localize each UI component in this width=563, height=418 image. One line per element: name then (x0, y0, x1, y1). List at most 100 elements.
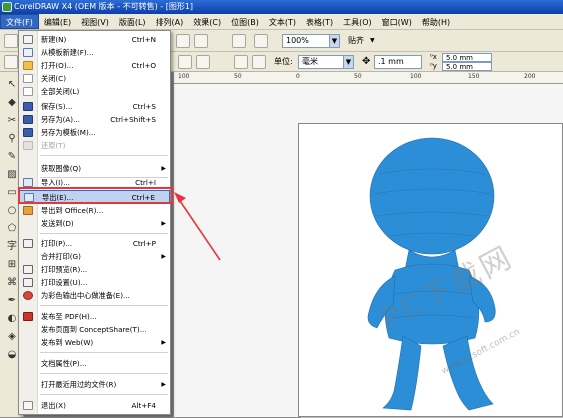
print-preview-icon (23, 265, 33, 274)
menu-item-save[interactable]: 保存(S)... Ctrl+S (19, 100, 170, 113)
table-tool-icon[interactable]: ⊞ (5, 258, 19, 272)
menu-table[interactable]: 表格(T) (301, 15, 338, 30)
menu-item-new-from-template[interactable]: 从模板新建(F)... (19, 46, 170, 59)
menu-item-print[interactable]: 打印(P)... Ctrl+P (19, 237, 170, 250)
welcome-screen-icon[interactable] (254, 34, 268, 48)
application-launcher-icon[interactable] (232, 34, 246, 48)
menu-item-close-all[interactable]: 全部关闭(L) (19, 85, 170, 98)
eyedropper-tool-icon[interactable]: ✒ (5, 294, 19, 308)
menu-bitmaps[interactable]: 位图(B) (226, 15, 264, 30)
snap-to-label[interactable]: 贴齐 (348, 34, 364, 48)
import-icon (23, 178, 33, 187)
duplicate-y-value: 5.0 mm (446, 63, 473, 71)
save-as-icon (23, 115, 33, 124)
open-folder-icon (23, 61, 33, 70)
landscape-icon[interactable] (196, 55, 210, 69)
horizontal-ruler: 100 50 0 50 100 150 200 (174, 72, 563, 84)
menu-view[interactable]: 视图(V) (76, 15, 114, 30)
submenu-arrow-icon: ▶ (161, 381, 166, 388)
template-icon (23, 48, 33, 57)
menu-item-save-as-template[interactable]: 另存为模板(M)... (19, 126, 170, 139)
units-select[interactable]: 毫米 ▼ (298, 55, 354, 69)
menu-item-print-setup[interactable]: 打印设置(U)... (19, 276, 170, 289)
save-template-icon (23, 128, 33, 137)
menu-bar: 文件(F) 编辑(E) 视图(V) 版面(L) 排列(A) 效果(C) 位图(B) 文本(T)… (0, 14, 563, 30)
portrait-icon[interactable] (178, 55, 192, 69)
submenu-arrow-icon: ▶ (161, 165, 166, 172)
menu-item-publish-web[interactable]: 发布到 Web(W) ▶ (19, 336, 170, 349)
menu-item-export-office[interactable]: 导出到 Office(R)... (19, 204, 170, 217)
import-toolbar-icon[interactable] (176, 34, 190, 48)
all-pages-icon[interactable] (234, 55, 248, 69)
chevron-down-icon[interactable]: ▼ (329, 35, 339, 47)
menu-separator (40, 352, 168, 353)
shape-tool-icon[interactable]: ◆ (5, 96, 19, 110)
menu-text[interactable]: 文本(T) (264, 15, 301, 30)
smart-fill-tool-icon[interactable]: ▨ (5, 168, 19, 182)
polygon-tool-icon[interactable]: ⬠ (5, 222, 19, 236)
export-office-icon (23, 206, 33, 215)
menu-item-open[interactable]: 打开(O)... Ctrl+O (19, 59, 170, 72)
freehand-tool-icon[interactable]: ✎ (5, 150, 19, 164)
menu-item-acquire-image[interactable]: 获取图像(Q) ▶ (19, 162, 170, 175)
outline-tool-icon[interactable]: ◐ (5, 312, 19, 326)
menu-item-print-preview[interactable]: 打印预览(R)... (19, 263, 170, 276)
current-page-icon[interactable] (252, 55, 266, 69)
text-tool-icon[interactable]: 字 (5, 240, 19, 254)
crop-tool-icon[interactable]: ✂ (5, 114, 19, 128)
revert-icon (23, 141, 33, 150)
menu-help[interactable]: 帮助(H) (417, 15, 455, 30)
units-label: 单位: (274, 57, 293, 66)
window-title: CorelDRAW X4 (OEM 版本 - 不可转售) - [图形1] (14, 2, 194, 11)
menu-effects[interactable]: 效果(C) (188, 15, 226, 30)
menu-item-document-properties[interactable]: 文档属性(P)... (19, 357, 170, 370)
menu-item-send-to[interactable]: 发送到(D) ▶ (19, 217, 170, 230)
menu-item-exit[interactable]: 退出(X) Alt+F4 (19, 399, 170, 412)
new-document-icon[interactable] (4, 34, 18, 48)
nudge-distance-value: .1 mm (378, 57, 404, 66)
duplicate-x-value: 5.0 mm (446, 54, 473, 62)
rectangle-tool-icon[interactable]: ▭ (5, 186, 19, 200)
menu-item-close[interactable]: 关闭(C) (19, 72, 170, 85)
duplicate-y-input[interactable]: 5.0 mm (442, 62, 492, 71)
interactive-fill-icon[interactable]: ◒ (5, 348, 19, 362)
nudge-distance-input[interactable]: .1 mm (374, 55, 422, 69)
menu-item-publish-conceptshare[interactable]: 发布页面到 ConceptShare(T)... (19, 323, 170, 336)
close-all-icon (23, 87, 33, 96)
menu-item-publish-pdf[interactable]: 发布至 PDF(H)... (19, 310, 170, 323)
menu-item-print-merge[interactable]: 合并打印(G) ▶ (19, 250, 170, 263)
zoom-tool-icon[interactable]: ⚲ (5, 132, 19, 146)
menu-tools[interactable]: 工具(O) (338, 15, 377, 30)
duplicate-x-input[interactable]: 5.0 mm (442, 53, 492, 62)
chevron-down-icon[interactable]: ▼ (343, 56, 353, 68)
menu-file[interactable]: 文件(F) (0, 14, 39, 29)
pick-tool-icon[interactable]: ↖ (5, 78, 19, 92)
snap-dropdown-icon[interactable]: ▼ (370, 34, 375, 48)
menu-window[interactable]: 窗口(W) (377, 15, 417, 30)
export-toolbar-icon[interactable] (194, 34, 208, 48)
new-document-icon (23, 35, 33, 44)
ruler-tick: 200 (524, 73, 536, 80)
menu-arrange[interactable]: 排列(A) (151, 15, 189, 30)
ruler-tick: 150 (468, 73, 480, 80)
submenu-arrow-icon: ▶ (161, 253, 166, 260)
coreldraw-app-icon (2, 2, 12, 12)
menu-item-save-as[interactable]: 另存为(A)... Ctrl+Shift+S (19, 113, 170, 126)
text-tool-icon[interactable] (4, 55, 18, 69)
menu-item-revert: 还原(T) (19, 139, 170, 152)
pdf-icon (23, 312, 33, 321)
fill-tool-icon[interactable]: ◈ (5, 330, 19, 344)
submenu-arrow-icon: ▶ (161, 220, 166, 227)
menu-item-new[interactable]: 新建(N) Ctrl+N (19, 33, 170, 46)
menu-item-prepare-color-output[interactable]: 为彩色输出中心做准备(E)... (19, 289, 170, 302)
blend-tool-icon[interactable]: ⌘ (5, 276, 19, 290)
ellipse-tool-icon[interactable]: ○ (5, 204, 19, 218)
menu-layout[interactable]: 版面(L) (114, 15, 151, 30)
ruler-tick: 0 (296, 73, 300, 80)
ruler-tick: 100 (178, 73, 190, 80)
menu-item-recent-files[interactable]: 打开最近用过的文件(R) ▶ (19, 378, 170, 391)
zoom-level-select[interactable]: 100% ▼ (282, 34, 340, 48)
nudge-icon: ✥ (362, 56, 371, 67)
menu-edit[interactable]: 编辑(E) (39, 15, 76, 30)
save-icon (23, 102, 33, 111)
